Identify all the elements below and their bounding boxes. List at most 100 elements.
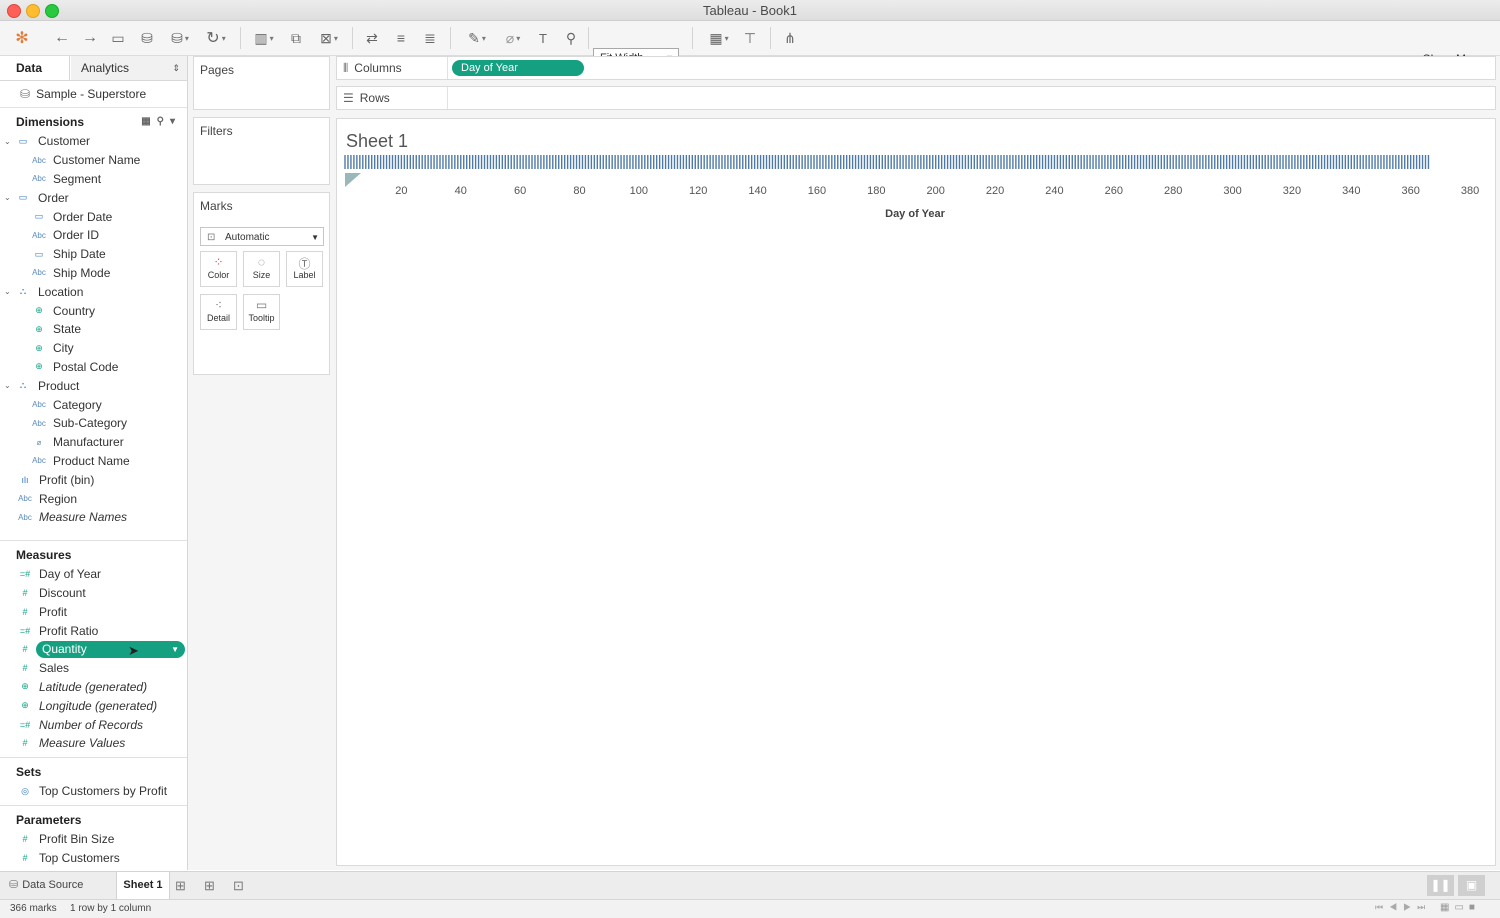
measure-field-day-of-year[interactable]: =# Day of Year (0, 565, 187, 584)
dimension-field-order-date[interactable]: ▭ Order Date (0, 207, 187, 226)
pane-tabs: Data Analytics ⇕ (0, 56, 187, 81)
globe-icon: ⊕ (35, 342, 43, 353)
sort-icon[interactable]: ⇕ (172, 56, 180, 80)
group-members-icon[interactable]: ⌀ ▾ (498, 27, 528, 49)
filmstrip-view-icon[interactable]: ❚❚ (1427, 875, 1454, 896)
sheet-sorter-icon[interactable]: ▣ (1458, 875, 1485, 896)
dimension-field-postal-code[interactable]: ⊕ Postal Code (0, 358, 187, 377)
undo-icon[interactable]: ← (52, 27, 72, 49)
filters-card[interactable]: Filters (193, 117, 330, 185)
new-dashboard-tab-icon[interactable]: ⊞ (204, 872, 215, 899)
field-label: Region (39, 491, 78, 506)
presentation-mode-icon[interactable]: ⊤ (740, 27, 760, 49)
columns-shelf[interactable]: ⦀ Columns Day of Year (336, 56, 1496, 80)
dimension-group-order[interactable]: ⌄ ▭ Order (0, 188, 187, 207)
parameter-field-top-customers[interactable]: # Top Customers (0, 848, 187, 867)
day-of-year-pill[interactable]: Day of Year (452, 60, 584, 76)
dimension-field-city[interactable]: ⊕ City (0, 339, 187, 358)
x-tick-label: 160 (807, 185, 827, 197)
dimension-field-state[interactable]: ⊕ State (0, 320, 187, 339)
dimension-field-ship-date[interactable]: ▭ Ship Date (0, 245, 187, 264)
field-label: Customer (38, 134, 91, 149)
columns-label-text: Columns (354, 61, 402, 75)
pages-card[interactable]: Pages (193, 56, 330, 110)
marks-card-title: Marks (200, 199, 233, 213)
dimensions-header: Dimensions ▦⚲▾ (0, 112, 187, 132)
measure-field-number-of-records[interactable]: =# Number of Records (0, 715, 187, 734)
dimension-field-ship-mode[interactable]: Abc Ship Mode (0, 264, 187, 283)
measure-field-measure-values[interactable]: # Measure Values (0, 734, 187, 753)
dimension-group-product[interactable]: ⌄ ⛬ Product (0, 376, 187, 395)
dimension-field-segment[interactable]: Abc Segment (0, 170, 187, 189)
color-icon: ⁘ (213, 255, 224, 269)
dimension-field-category[interactable]: Abc Category (0, 395, 187, 414)
dimension-field-product-name[interactable]: Abc Product Name (0, 452, 187, 471)
measure-field-sales[interactable]: # Sales (0, 659, 187, 678)
sheet1-tab[interactable]: Sheet 1 (116, 872, 170, 899)
dimension-field-profit-bin[interactable]: ılı Profit (bin) (0, 470, 187, 489)
tab-analytics[interactable]: Analytics ⇕ (71, 56, 187, 80)
dimension-field-customer-name[interactable]: Abc Customer Name (0, 151, 187, 170)
size-label: Size (252, 270, 271, 280)
new-worksheet-tab-icon[interactable]: ⊞ (175, 872, 186, 899)
measure-field-quantity[interactable]: # Quantity ▼ (0, 640, 187, 659)
highlight-icon[interactable]: ✎ ▾ (462, 27, 492, 49)
chevron-down-icon[interactable]: ⌄ (4, 193, 16, 202)
duplicate-sheet-icon[interactable]: ⧉ (286, 27, 306, 49)
sort-descending-icon[interactable]: ≣ (420, 27, 440, 49)
view-mode-icons[interactable]: ▦▭■ (1440, 902, 1480, 913)
swap-rows-columns-icon[interactable]: ⇄ (362, 27, 382, 49)
dimension-field-region[interactable]: Abc Region (0, 489, 187, 508)
mark-type-select[interactable]: ⊡ Automatic ▼ (200, 227, 324, 246)
measure-field-profit-ratio[interactable]: =# Profit Ratio (0, 621, 187, 640)
dimension-field-manufacturer[interactable]: ⌀ Manufacturer (0, 433, 187, 452)
field-label: Segment (53, 171, 102, 186)
size-button[interactable]: ◌ Size (243, 251, 280, 287)
dimension-group-customer[interactable]: ⌄ ▭ Customer (0, 132, 187, 151)
chevron-down-icon[interactable]: ▼ (171, 641, 179, 658)
dimension-group-location[interactable]: ⌄ ⛬ Location (0, 282, 187, 301)
dimension-field-sub-category[interactable]: Abc Sub-Category (0, 414, 187, 433)
label-button[interactable]: Ⓣ Label (286, 251, 323, 287)
field-label: Day of Year (39, 567, 102, 582)
color-button[interactable]: ⁘ Color (200, 251, 237, 287)
pause-updates-icon[interactable]: ⛁ ▾ (165, 27, 195, 49)
chevron-down-icon[interactable]: ⌄ (4, 287, 16, 296)
clear-sheet-icon[interactable]: ⊠ ▾ (313, 27, 345, 49)
set-icon: ◎ (21, 785, 29, 796)
refresh-icon[interactable]: ↻ ▾ (200, 27, 232, 49)
new-story-tab-icon[interactable]: ⊡ (233, 872, 244, 899)
set-field-top-customers-by-profit[interactable]: ◎ Top Customers by Profit (0, 782, 187, 801)
parameter-field-profit-bin-size[interactable]: # Profit Bin Size (0, 830, 187, 849)
measure-field-profit[interactable]: # Profit (0, 602, 187, 621)
show-mark-labels-icon[interactable]: T (533, 27, 553, 49)
tooltip-button[interactable]: ▭ Tooltip (243, 294, 280, 330)
measure-field-longitude-generated[interactable]: ⊕ Longitude (generated) (0, 696, 187, 715)
chevron-down-icon[interactable]: ⌄ (4, 137, 16, 146)
dimension-field-country[interactable]: ⊕ Country (0, 301, 187, 320)
share-icon[interactable]: ⋔ (780, 27, 800, 49)
measure-field-discount[interactable]: # Discount (0, 584, 187, 603)
new-data-source-icon[interactable]: ⛁ (137, 27, 157, 49)
detail-button[interactable]: ⁖ Detail (200, 294, 237, 330)
parameters-header: Parameters (16, 812, 82, 827)
dimension-field-order-id[interactable]: Abc Order ID (0, 226, 187, 245)
redo-icon[interactable]: → (80, 27, 100, 49)
rows-shelf[interactable]: ☰ Rows (336, 86, 1496, 110)
dimensions-tools[interactable]: ▦⚲▾ (141, 112, 181, 132)
data-source-tab[interactable]: ⛁ Data Source (9, 872, 83, 899)
tab-data[interactable]: Data (0, 56, 70, 80)
sheet-nav-icons[interactable]: ⏮◀▶⏭ (1375, 902, 1431, 913)
chevron-down-icon[interactable]: ⌄ (4, 381, 16, 390)
datasource-item[interactable]: ⛁ Sample - Superstore (0, 81, 187, 108)
show-cards-icon[interactable]: ▦ ▾ (703, 27, 735, 49)
measure-field-latitude-generated[interactable]: ⊕ Latitude (generated) (0, 678, 187, 697)
viz-canvas[interactable]: Sheet 1 20 40 60 80 100 120 140 160 180 200 220 240… (336, 118, 1496, 866)
fix-axes-icon[interactable]: ⚲ (561, 27, 581, 49)
dimension-field-measure-names[interactable]: Abc Measure Names (0, 508, 187, 527)
tableau-logo-icon[interactable]: ✻ (12, 27, 32, 49)
quantity-selected-pill[interactable]: Quantity ▼ (36, 640, 185, 658)
new-worksheet-icon[interactable]: ▥ ▾ (248, 27, 280, 49)
sort-ascending-icon[interactable]: ≡ (391, 27, 411, 49)
save-icon[interactable]: ▭ (108, 27, 128, 49)
